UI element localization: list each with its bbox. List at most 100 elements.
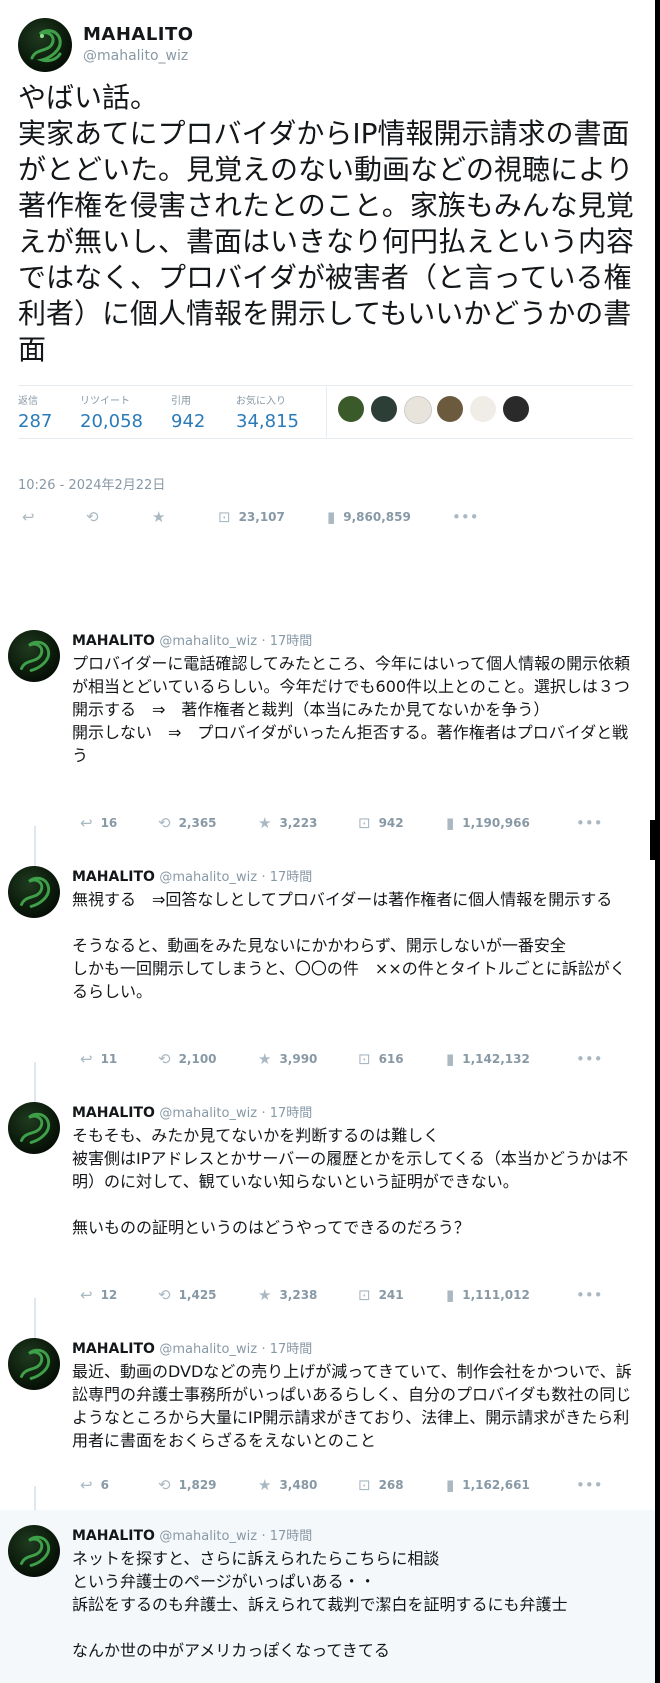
author-handle[interactable]: @mahalito_wiz	[159, 870, 257, 885]
book-button[interactable]: ⊡ 241	[358, 1286, 404, 1304]
book-button[interactable]: ⊡ 942	[358, 814, 404, 832]
liker-avatar[interactable]	[503, 396, 529, 422]
tweet-timestamp[interactable]: 10:26 - 2024年2月22日	[18, 474, 165, 493]
liker-avatar[interactable]	[371, 396, 397, 422]
reply-button[interactable]: ↩ 6	[80, 1476, 109, 1494]
stat-retweets[interactable]: リツイート 20,058	[80, 392, 143, 432]
stat-value: 287	[18, 411, 53, 432]
like-button[interactable]: ★ 3,238	[258, 1286, 317, 1304]
reply-button[interactable]: ↩	[22, 508, 43, 526]
dragon-icon	[20, 876, 51, 908]
more-button[interactable]: •••	[576, 814, 611, 832]
analytics-button[interactable]: ▮ 9,860,859	[327, 508, 411, 526]
reply-tweet[interactable]: MAHALITO @mahalito_wiz · 17時間 無視する ⇒回答なし…	[0, 866, 655, 1068]
stat-value: 34,815	[236, 411, 299, 432]
book-button[interactable]: ⊡ 23,107	[218, 508, 285, 526]
like-button[interactable]: ★	[152, 508, 173, 526]
reply-time[interactable]: · 17時間	[262, 1529, 313, 1544]
stat-quotes[interactable]: 引用 942	[171, 392, 205, 432]
more-button[interactable]: •••	[576, 1050, 611, 1068]
stat-likes[interactable]: お気に入り 34,815	[236, 392, 299, 432]
retweet-button[interactable]: ⟲ 2,365	[158, 814, 217, 832]
analytics-button[interactable]: ▮ 1,111,012	[446, 1286, 530, 1304]
author-handle[interactable]: @mahalito_wiz	[159, 634, 257, 649]
dragon-icon	[20, 1535, 51, 1567]
author-name[interactable]: MAHALITO	[72, 1528, 155, 1544]
more-button[interactable]: •••	[452, 508, 487, 526]
reply-count: 12	[100, 1288, 118, 1302]
stat-replies[interactable]: 返信 287	[18, 392, 52, 432]
reply-action-bar: ↩ 6 ⟲ 1,829 ★ 3,480 ⊡ 268 ▮ 1,162,661 •••	[80, 1476, 640, 1498]
retweet-button[interactable]: ⟲ 2,100	[158, 1050, 217, 1068]
reply-time[interactable]: · 17時間	[262, 1106, 313, 1121]
author-handle[interactable]: @mahalito_wiz	[83, 48, 188, 64]
liker-avatar[interactable]	[437, 396, 463, 422]
avatar[interactable]	[8, 866, 60, 918]
author-handle[interactable]: @mahalito_wiz	[159, 1342, 257, 1357]
star-icon: ★	[258, 1476, 272, 1494]
liker-avatar[interactable]	[338, 396, 364, 422]
like-button[interactable]: ★ 3,990	[258, 1050, 317, 1068]
avatar[interactable]	[8, 1525, 60, 1577]
retweet-count: 1,829	[178, 1478, 217, 1492]
tweet-page: MAHALITO @mahalito_wiz やばい話。 実家あてにプロバイダか…	[0, 0, 655, 1683]
reply-header: MAHALITO @mahalito_wiz · 17時間	[72, 1338, 312, 1357]
window-edge	[655, 0, 660, 1683]
more-button[interactable]: •••	[576, 1286, 611, 1304]
dragon-icon	[20, 640, 51, 672]
author-name[interactable]: MAHALITO	[72, 1341, 155, 1357]
star-icon: ★	[258, 1050, 272, 1068]
reply-icon: ↩	[80, 1286, 93, 1304]
reply-button[interactable]: ↩ 12	[80, 1286, 117, 1304]
reply-icon: ↩	[80, 1050, 93, 1068]
book-icon: ⊡	[358, 1050, 371, 1068]
author-name[interactable]: MAHALITO	[72, 633, 155, 649]
avatar[interactable]	[18, 18, 72, 72]
liker-avatar[interactable]	[404, 396, 432, 424]
like-button[interactable]: ★ 3,480	[258, 1476, 317, 1494]
like-count: 3,990	[279, 1052, 318, 1066]
reply-action-bar: ↩ 12 ⟲ 1,425 ★ 3,238 ⊡ 241 ▮ 1,111,012 •••	[80, 1286, 640, 1308]
book-button[interactable]: ⊡ 268	[358, 1476, 404, 1494]
reply-tweet[interactable]: MAHALITO @mahalito_wiz · 17時間 最近、動画のDVDな…	[0, 1338, 655, 1498]
retweet-button[interactable]: ⟲ 1,425	[158, 1286, 217, 1304]
book-count: 241	[378, 1288, 404, 1302]
more-button[interactable]: •••	[576, 1476, 611, 1494]
bar-chart-icon: ▮	[446, 1286, 455, 1304]
reply-tweet[interactable]: MAHALITO @mahalito_wiz · 17時間 プロバイダーに電話確…	[0, 630, 655, 832]
reply-tweet[interactable]: MAHALITO @mahalito_wiz · 17時間 ネットを探すと、さら…	[0, 1525, 655, 1683]
views-count: 1,162,661	[462, 1478, 530, 1492]
like-button[interactable]: ★ 3,223	[258, 814, 317, 832]
book-button[interactable]: ⊡ 616	[358, 1050, 404, 1068]
star-icon: ★	[258, 1286, 272, 1304]
avatar[interactable]	[8, 630, 60, 682]
analytics-button[interactable]: ▮ 1,162,661	[446, 1476, 530, 1494]
retweet-button[interactable]: ⟲	[86, 508, 107, 526]
avatar[interactable]	[8, 1338, 60, 1390]
author-handle[interactable]: @mahalito_wiz	[159, 1106, 257, 1121]
reply-time[interactable]: · 17時間	[262, 634, 313, 649]
avatar[interactable]	[8, 1102, 60, 1154]
reply-time[interactable]: · 17時間	[262, 870, 313, 885]
retweet-count: 2,100	[178, 1052, 217, 1066]
reply-count: 16	[100, 816, 118, 830]
book-count: 616	[378, 1052, 404, 1066]
retweet-button[interactable]: ⟲ 1,829	[158, 1476, 217, 1494]
thread-line	[34, 826, 36, 866]
analytics-button[interactable]: ▮ 1,142,132	[446, 1050, 530, 1068]
author-handle[interactable]: @mahalito_wiz	[159, 1529, 257, 1544]
author-name[interactable]: MAHALITO	[72, 869, 155, 885]
author-name[interactable]: MAHALITO	[83, 24, 194, 45]
reply-icon: ↩	[22, 508, 35, 526]
book-icon: ⊡	[358, 1476, 371, 1494]
reply-tweet[interactable]: MAHALITO @mahalito_wiz · 17時間 そもそも、みたか見て…	[0, 1102, 655, 1304]
analytics-button[interactable]: ▮ 1,190,966	[446, 814, 530, 832]
reply-button[interactable]: ↩ 16	[80, 814, 117, 832]
main-action-bar: ↩ ⟲ ★ ⊡ 23,107 ▮ 9,860,859 •••	[22, 508, 622, 530]
reply-time[interactable]: · 17時間	[262, 1342, 313, 1357]
reply-button[interactable]: ↩ 11	[80, 1050, 117, 1068]
author-name[interactable]: MAHALITO	[72, 1105, 155, 1121]
liker-avatar[interactable]	[470, 396, 496, 422]
book-icon: ⊡	[358, 814, 371, 832]
thread-line	[34, 1062, 36, 1102]
